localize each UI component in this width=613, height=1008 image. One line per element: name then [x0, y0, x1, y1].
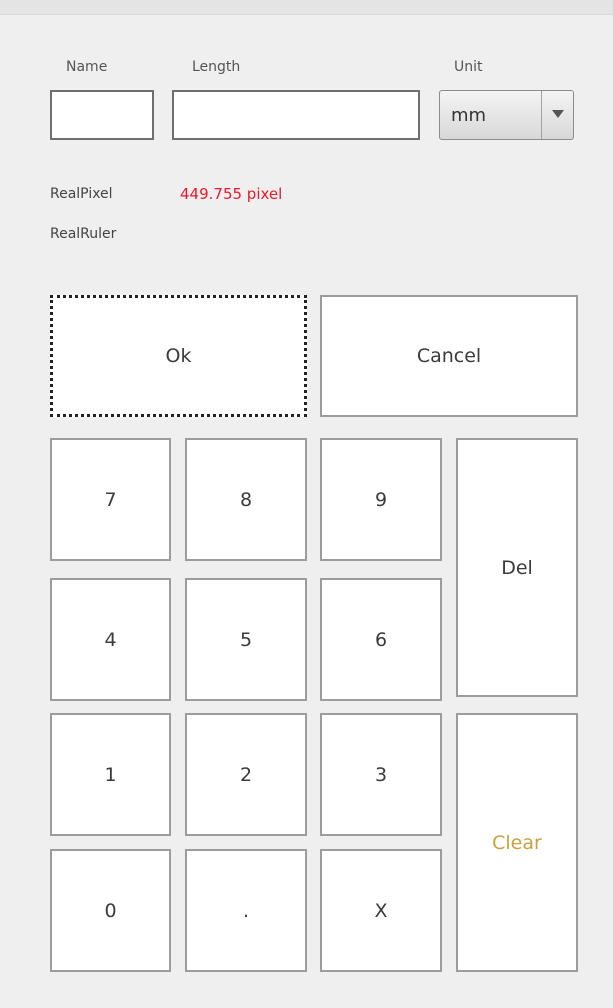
key-9-button[interactable]: 9 [320, 438, 442, 561]
length-label: Length [192, 59, 241, 75]
clear-button[interactable]: Clear [456, 713, 578, 972]
x-button[interactable]: X [320, 849, 442, 972]
del-button[interactable]: Del [456, 438, 578, 697]
decimal-point-button[interactable]: . [185, 849, 307, 972]
key-8-button[interactable]: 8 [185, 438, 307, 561]
key-0-button[interactable]: 0 [50, 849, 171, 972]
unit-select-value: mm [451, 105, 487, 126]
cancel-button[interactable]: Cancel [320, 295, 578, 417]
ok-button[interactable]: Ok [50, 295, 307, 417]
length-field[interactable] [172, 90, 420, 140]
name-field[interactable] [50, 90, 154, 140]
real-ruler-label: RealRuler [50, 226, 117, 242]
key-7-button[interactable]: 7 [50, 438, 171, 561]
key-6-button[interactable]: 6 [320, 578, 442, 701]
key-5-button[interactable]: 5 [185, 578, 307, 701]
real-pixel-label: RealPixel [50, 186, 113, 202]
key-4-button[interactable]: 4 [50, 578, 171, 701]
key-2-button[interactable]: 2 [185, 713, 307, 836]
name-label: Name [66, 59, 108, 75]
key-3-button[interactable]: 3 [320, 713, 442, 836]
key-1-button[interactable]: 1 [50, 713, 171, 836]
unit-select-divider [541, 91, 542, 139]
real-pixel-value: 449.755 pixel [180, 185, 283, 203]
unit-select[interactable]: mm [439, 90, 574, 140]
unit-label: Unit [454, 59, 483, 75]
top-strip [0, 0, 613, 15]
dropdown-arrow-icon[interactable] [552, 110, 564, 118]
